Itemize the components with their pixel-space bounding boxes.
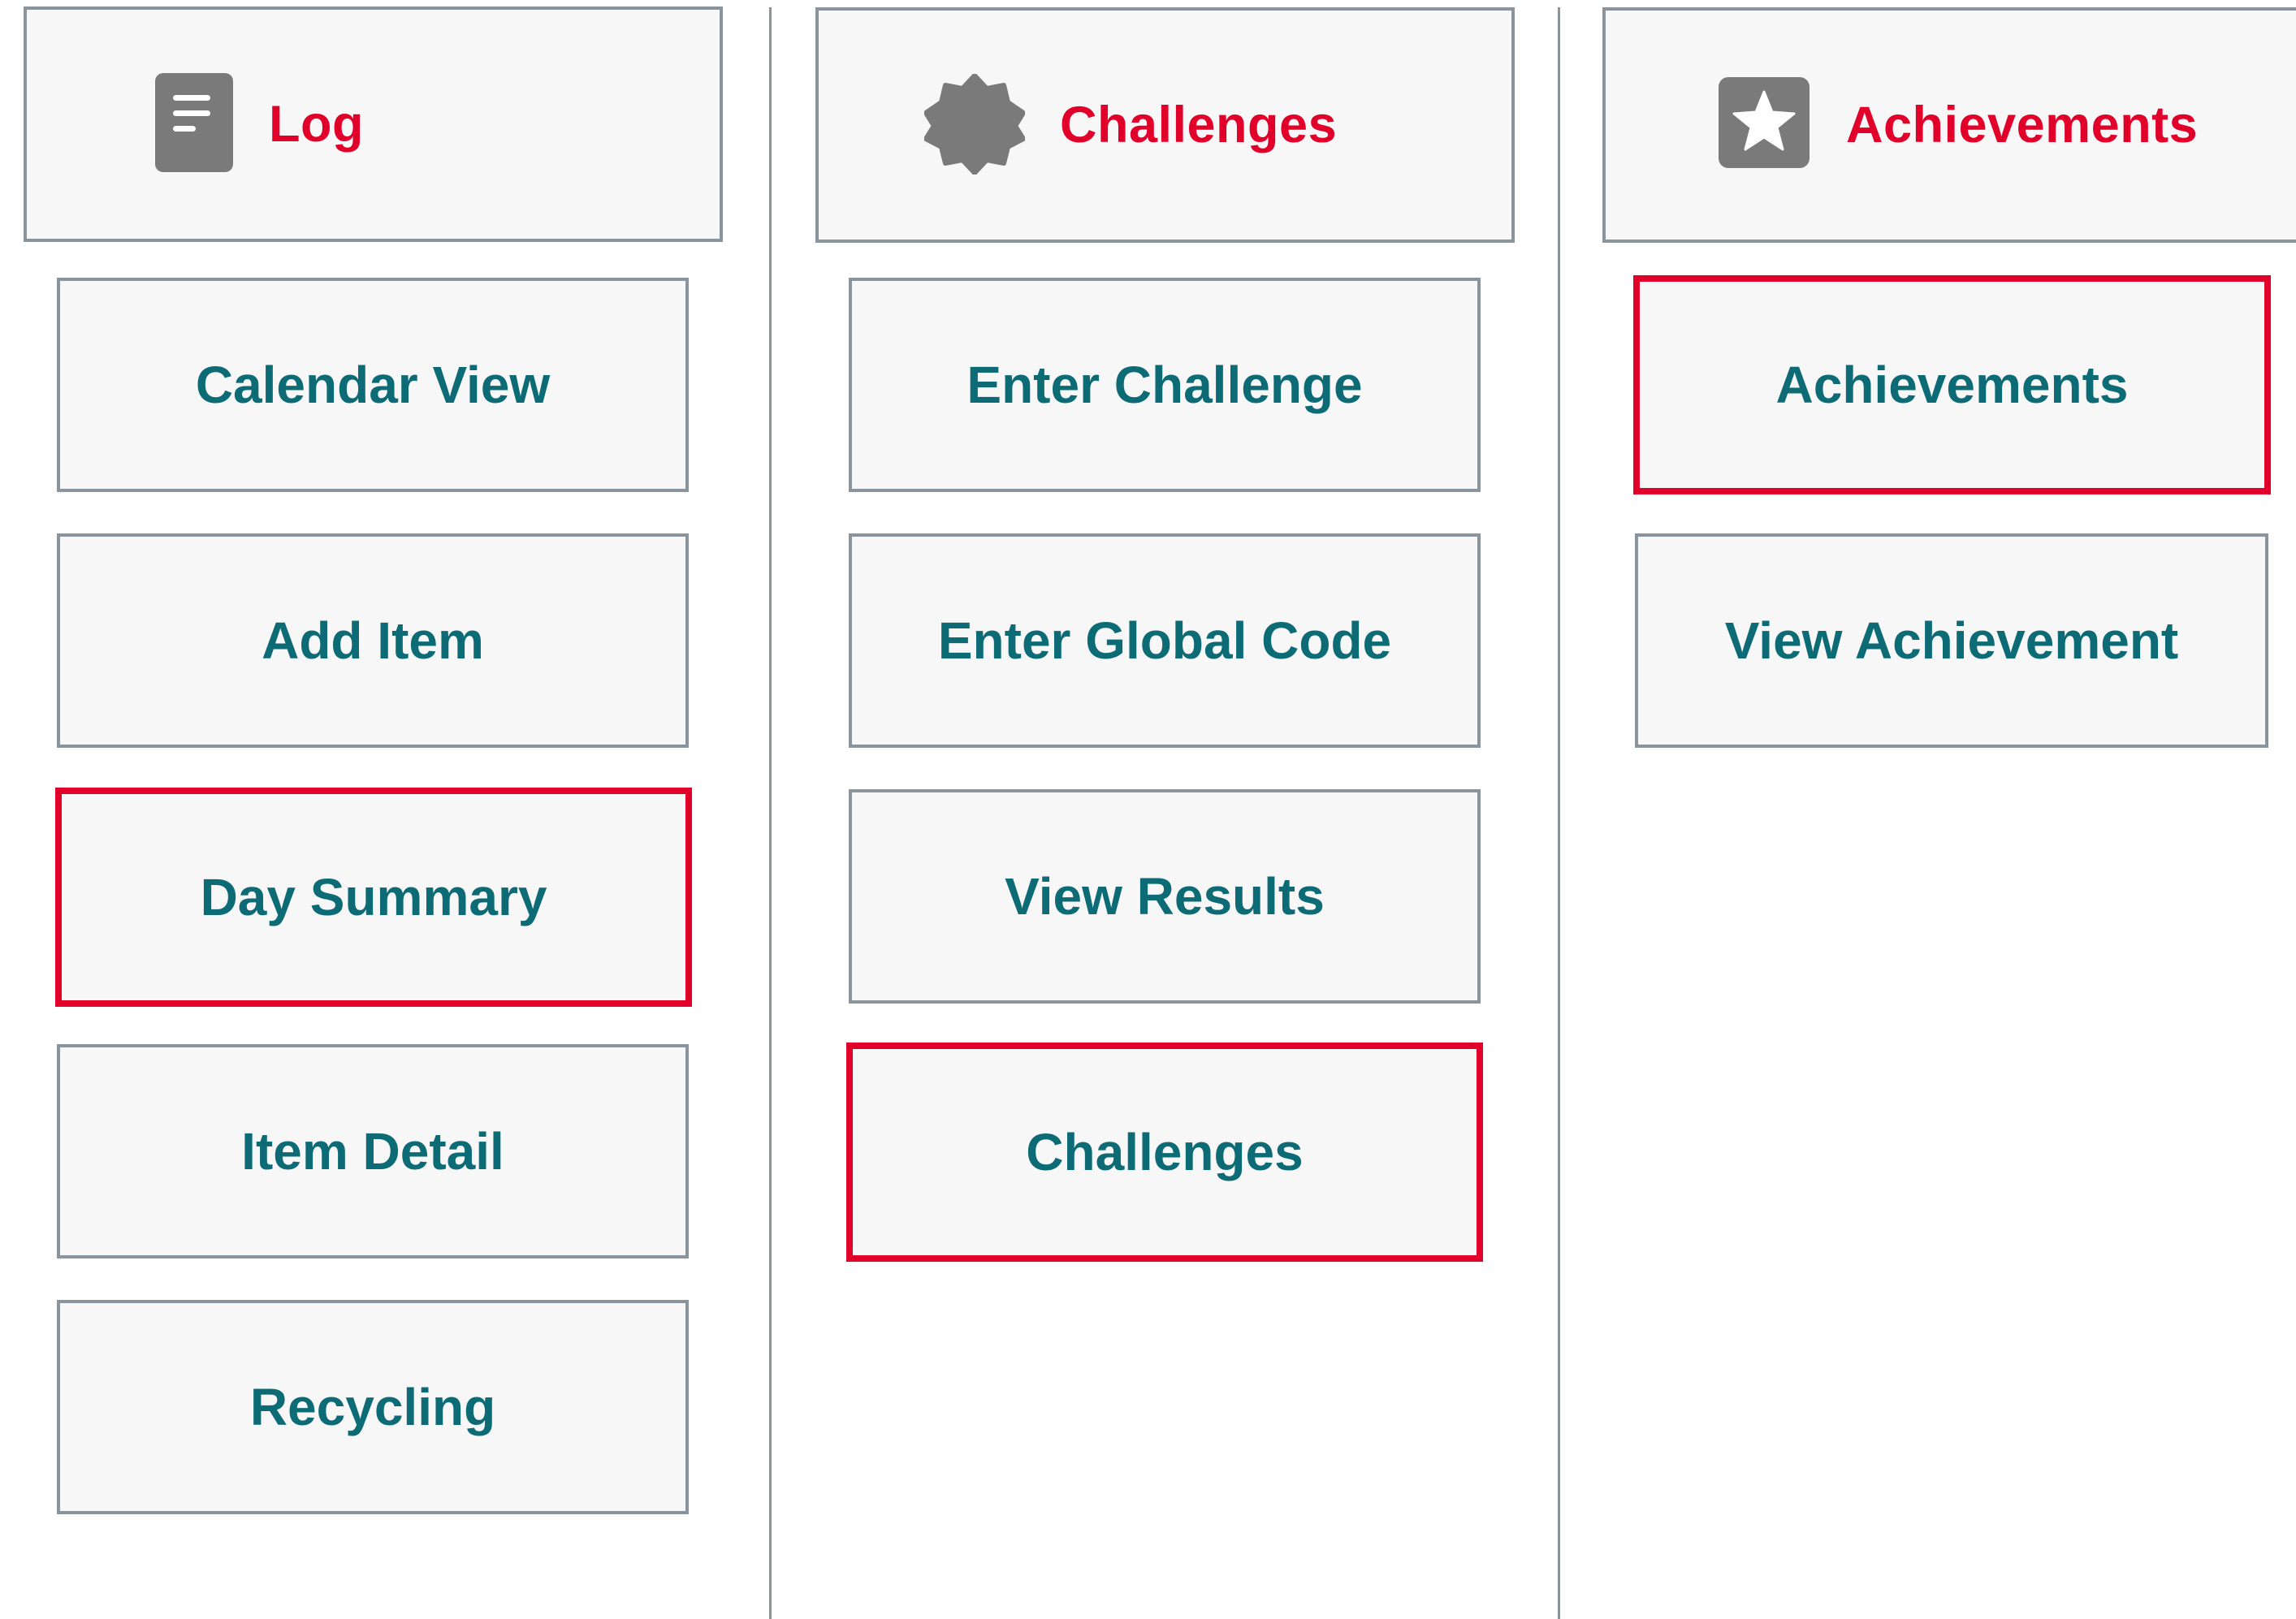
star-icon	[1719, 77, 1810, 168]
view-achievement-label: View Achievement	[1724, 611, 2179, 670]
view-achievement-button[interactable]: View Achievement	[1635, 533, 2268, 748]
challenges-header[interactable]: Challenges	[815, 7, 1515, 243]
calendar-view-button[interactable]: Calendar View	[57, 278, 689, 492]
challenges-label: Challenges	[1026, 1123, 1304, 1181]
log-title: Log	[269, 96, 364, 153]
day-summary-label: Day Summary	[200, 868, 547, 926]
column-divider-2	[1558, 7, 1560, 1619]
challenges-button[interactable]: Challenges	[846, 1043, 1483, 1262]
achievements-button[interactable]: Achievements	[1633, 275, 2271, 494]
achievements-title: Achievements	[1846, 97, 2199, 153]
view-results-label: View Results	[1005, 867, 1325, 926]
add-item-button[interactable]: Add Item	[57, 533, 689, 748]
achievements-header[interactable]: Achievements	[1602, 7, 2296, 243]
recycling-button[interactable]: Recycling	[57, 1300, 689, 1514]
recycling-label: Recycling	[249, 1378, 496, 1436]
badge-icon	[924, 74, 1025, 175]
challenges-title: Challenges	[1060, 97, 1338, 153]
enter-global-code-button[interactable]: Enter Global Code	[849, 533, 1481, 748]
add-item-label: Add Item	[262, 611, 484, 670]
column-divider-1	[769, 7, 772, 1619]
calendar-view-label: Calendar View	[195, 356, 551, 414]
enter-challenge-button[interactable]: Enter Challenge	[849, 278, 1481, 492]
item-detail-button[interactable]: Item Detail	[57, 1044, 689, 1259]
achievements-label: Achievements	[1775, 356, 2129, 414]
log-header[interactable]: Log	[24, 6, 723, 242]
enter-challenge-label: Enter Challenge	[966, 356, 1363, 414]
document-icon	[155, 73, 233, 172]
item-detail-label: Item Detail	[241, 1122, 504, 1181]
enter-global-code-label: Enter Global Code	[937, 611, 1392, 670]
day-summary-button[interactable]: Day Summary	[55, 788, 692, 1007]
view-results-button[interactable]: View Results	[849, 789, 1481, 1004]
